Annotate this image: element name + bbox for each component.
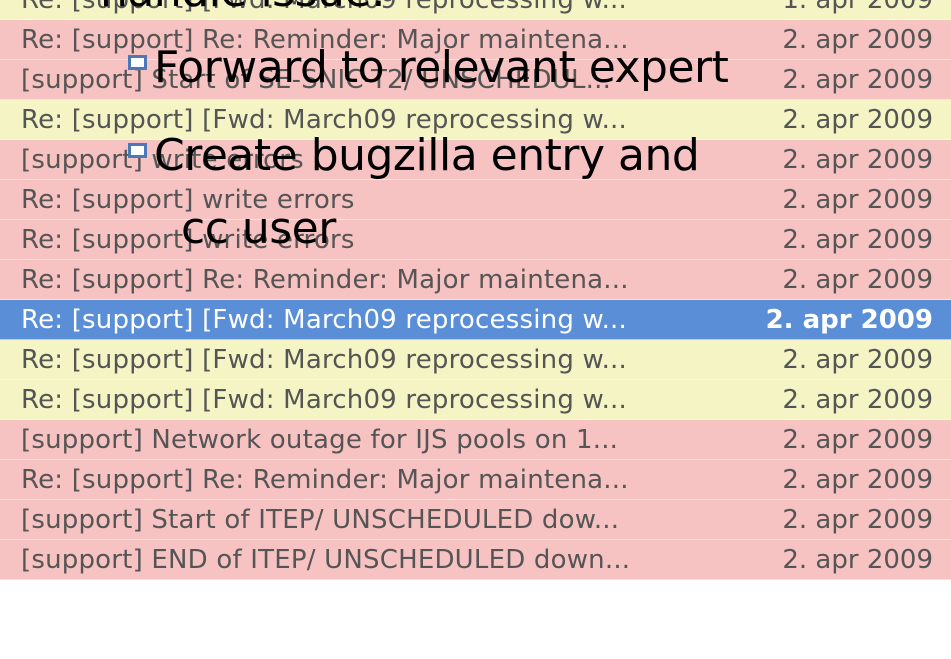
mail-row[interactable]: Re: [support] write errors 2. apr 2009	[0, 180, 951, 220]
mail-subject: [support] Start of SE-SNIC-T2/ UNSCHEDUL…	[21, 64, 612, 95]
mail-subject: [support] write errors	[21, 144, 304, 175]
mail-date: 2. apr 2009	[782, 464, 933, 495]
mail-row[interactable]: [support] write errors 2. apr 2009	[0, 140, 951, 180]
mail-date: 1. apr 2009	[782, 0, 933, 15]
mail-row[interactable]: Re: [support] [Fwd: March09 reprocessing…	[0, 380, 951, 420]
mail-date: 2. apr 2009	[782, 184, 933, 215]
mail-subject: Re: [support] Re: Reminder: Major mainte…	[21, 464, 629, 495]
mail-row[interactable]: [support] Network outage for IJS pools o…	[0, 420, 951, 460]
mail-row[interactable]: Re: [support] Re: Reminder: Major mainte…	[0, 460, 951, 500]
mail-date: 2. apr 2009	[782, 344, 933, 375]
mail-subject: Re: [support] write errors	[21, 184, 355, 215]
mail-subject: Re: [support] Re: Reminder: Major mainte…	[21, 264, 629, 295]
mail-date: 2. apr 2009	[782, 544, 933, 575]
mail-date: 2. apr 2009	[782, 224, 933, 255]
mail-date: 2. apr 2009	[782, 384, 933, 415]
mail-row[interactable]: Re: [support] Re: Reminder: Major mainte…	[0, 260, 951, 300]
mail-date: 2. apr 2009	[782, 504, 933, 535]
mail-date: 2. apr 2009	[782, 424, 933, 455]
mail-row[interactable]: [support] Start of SE-SNIC-T2/ UNSCHEDUL…	[0, 60, 951, 100]
mail-date: 2. apr 2009	[782, 264, 933, 295]
mail-row[interactable]: Re: [support] Re: Reminder: Major mainte…	[0, 20, 951, 60]
mail-subject: Re: [support] write errors	[21, 224, 355, 255]
mail-subject: [support] END of ITEP/ UNSCHEDULED down.…	[21, 544, 631, 575]
mail-subject: Re: [support] Re: Reminder: Major mainte…	[21, 24, 629, 55]
mail-row[interactable]: [support] Start of ITEP/ UNSCHEDULED dow…	[0, 500, 951, 540]
mail-row[interactable]: Re: [support] [Fwd: March09 reprocessing…	[0, 100, 951, 140]
mail-date: 2. apr 2009	[782, 104, 933, 135]
mail-row-selected[interactable]: Re: [support] [Fwd: March09 reprocessing…	[0, 300, 951, 340]
mail-subject: [support] Start of ITEP/ UNSCHEDULED dow…	[21, 504, 620, 535]
mail-subject: [support] Network outage for IJS pools o…	[21, 424, 619, 455]
mail-date: 2. apr 2009	[765, 304, 933, 335]
mail-row[interactable]: Re: [support] [Fwd: March09 reprocessing…	[0, 340, 951, 380]
mail-date: 2. apr 2009	[782, 24, 933, 55]
mail-subject: Re: [support] [Fwd: March09 reprocessing…	[21, 344, 627, 375]
mail-date: 2. apr 2009	[782, 64, 933, 95]
mail-message-list: Re: [support] [Fwd: March09 reprocessing…	[0, 0, 951, 580]
mail-row[interactable]: [support] END of ITEP/ UNSCHEDULED down.…	[0, 540, 951, 580]
mail-date: 2. apr 2009	[782, 144, 933, 175]
mail-subject: Re: [support] [Fwd: March09 reprocessing…	[21, 304, 627, 335]
mail-row[interactable]: Re: [support] [Fwd: March09 reprocessing…	[0, 0, 951, 20]
mail-row[interactable]: Re: [support] write errors 2. apr 2009	[0, 220, 951, 260]
mail-subject: Re: [support] [Fwd: March09 reprocessing…	[21, 104, 627, 135]
mail-subject: Re: [support] [Fwd: March09 reprocessing…	[21, 0, 731, 15]
mail-subject: Re: [support] [Fwd: March09 reprocessing…	[21, 384, 627, 415]
